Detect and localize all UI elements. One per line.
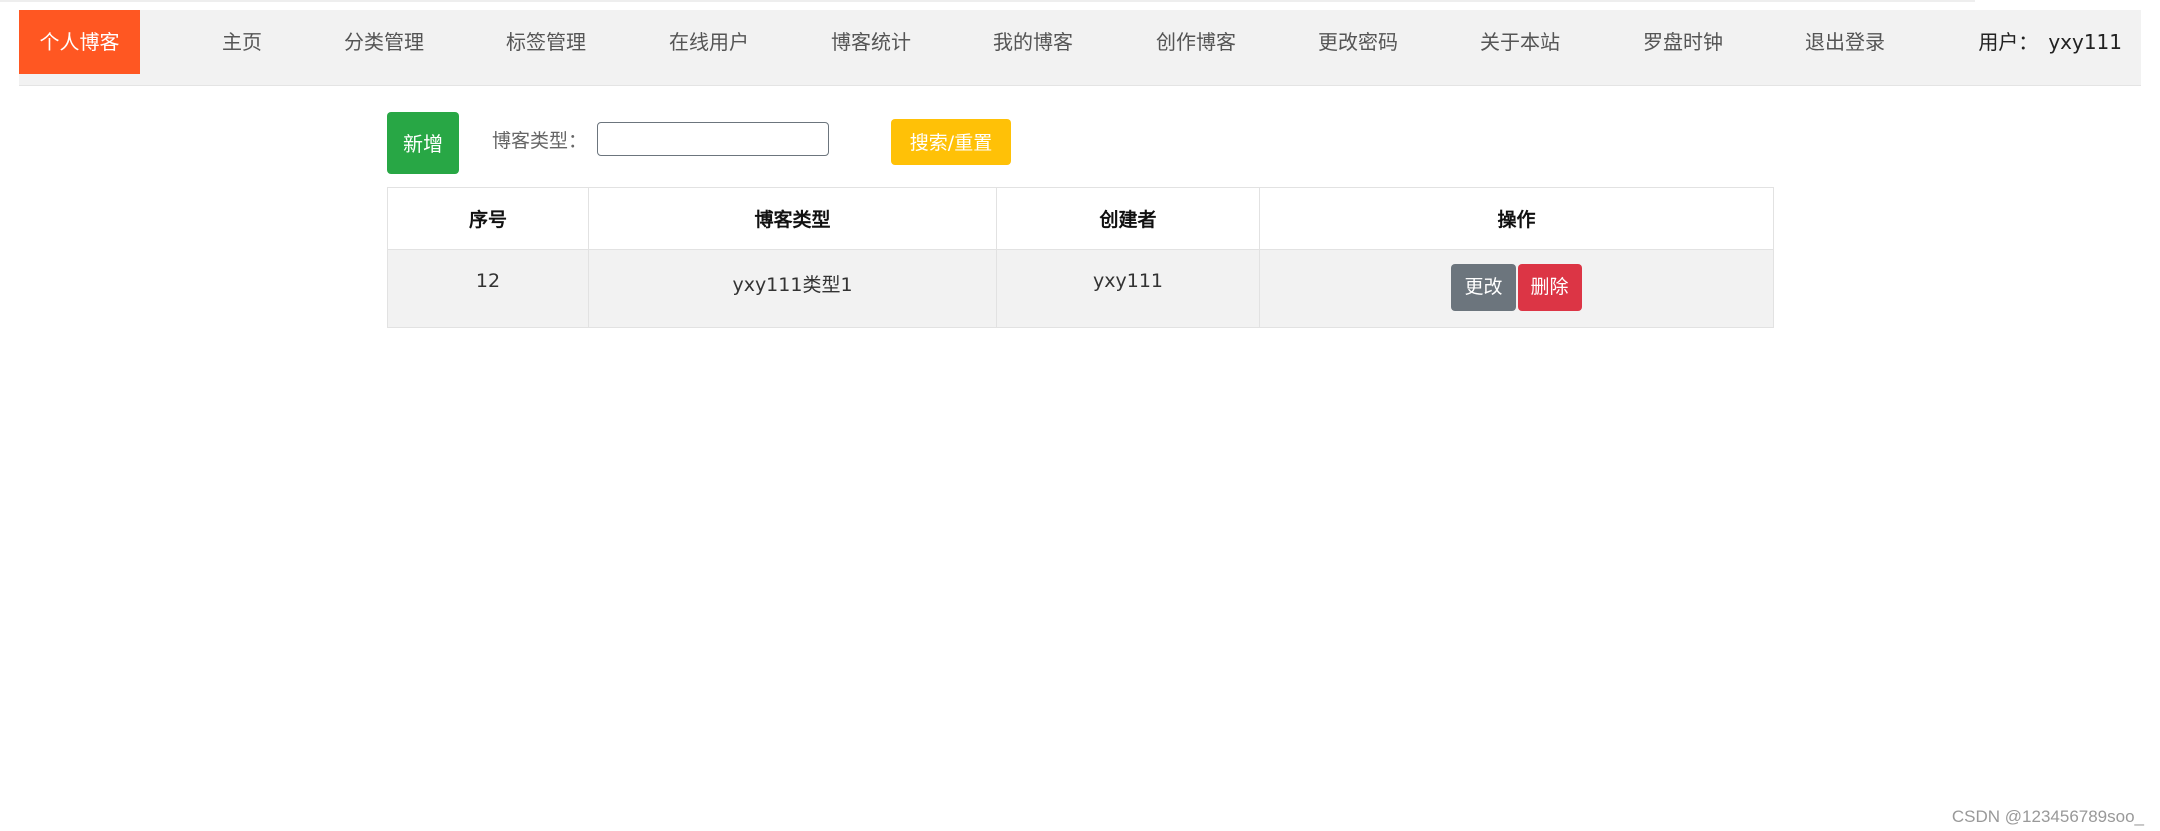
nav-item-category-management[interactable]: 分类管理: [324, 10, 444, 74]
nav-user-info: 用户： yxy111: [1978, 10, 2122, 74]
nav-brand[interactable]: 个人博客: [19, 10, 140, 74]
delete-button[interactable]: 删除: [1517, 264, 1582, 311]
blog-type-table: 序号 博客类型 创建者 操作 12 yxy111类型1 yxy111 更改 删除: [387, 187, 1774, 328]
table-row: 12 yxy111类型1 yxy111 更改 删除: [387, 249, 1774, 328]
add-button[interactable]: 新增: [387, 112, 459, 174]
nav-item-tag-management[interactable]: 标签管理: [486, 10, 606, 74]
watermark: CSDN @123456789soo_: [1951, 807, 2144, 826]
nav-item-online-users[interactable]: 在线用户: [649, 10, 769, 74]
column-header-actions: 操作: [1259, 187, 1774, 250]
column-header-id: 序号: [387, 187, 589, 250]
blog-type-filter-input[interactable]: [597, 122, 829, 156]
nav-item-compass-clock[interactable]: 罗盘时钟: [1623, 10, 1743, 74]
edit-button[interactable]: 更改: [1451, 264, 1516, 311]
user-label: 用户：: [1978, 30, 2039, 54]
top-border: [0, 0, 1975, 2]
cell-creator: yxy111: [996, 249, 1260, 328]
nav-item-my-blogs[interactable]: 我的博客: [973, 10, 1093, 74]
blog-type-filter-label: 博客类型：: [492, 130, 588, 152]
cell-id: 12: [387, 249, 589, 328]
nav-item-change-password[interactable]: 更改密码: [1298, 10, 1418, 74]
table-header-row: 序号 博客类型 创建者 操作: [387, 187, 1774, 250]
user-name: yxy111: [2048, 30, 2122, 54]
nav-item-home[interactable]: 主页: [182, 10, 302, 74]
nav-item-blog-stats[interactable]: 博客统计: [811, 10, 931, 74]
nav-item-logout[interactable]: 退出登录: [1785, 10, 1905, 74]
cell-actions: 更改 删除: [1259, 249, 1774, 328]
column-header-creator: 创建者: [996, 187, 1260, 250]
nav-item-create-blog[interactable]: 创作博客: [1136, 10, 1256, 74]
search-reset-button[interactable]: 搜索/重置: [891, 119, 1011, 165]
column-header-blog-type: 博客类型: [588, 187, 997, 250]
nav-item-about[interactable]: 关于本站: [1460, 10, 1580, 74]
cell-blog-type: yxy111类型1: [588, 249, 997, 328]
top-navbar: 个人博客 主页 分类管理 标签管理 在线用户 博客统计 我的博客 创作博客 更改…: [19, 10, 2141, 86]
